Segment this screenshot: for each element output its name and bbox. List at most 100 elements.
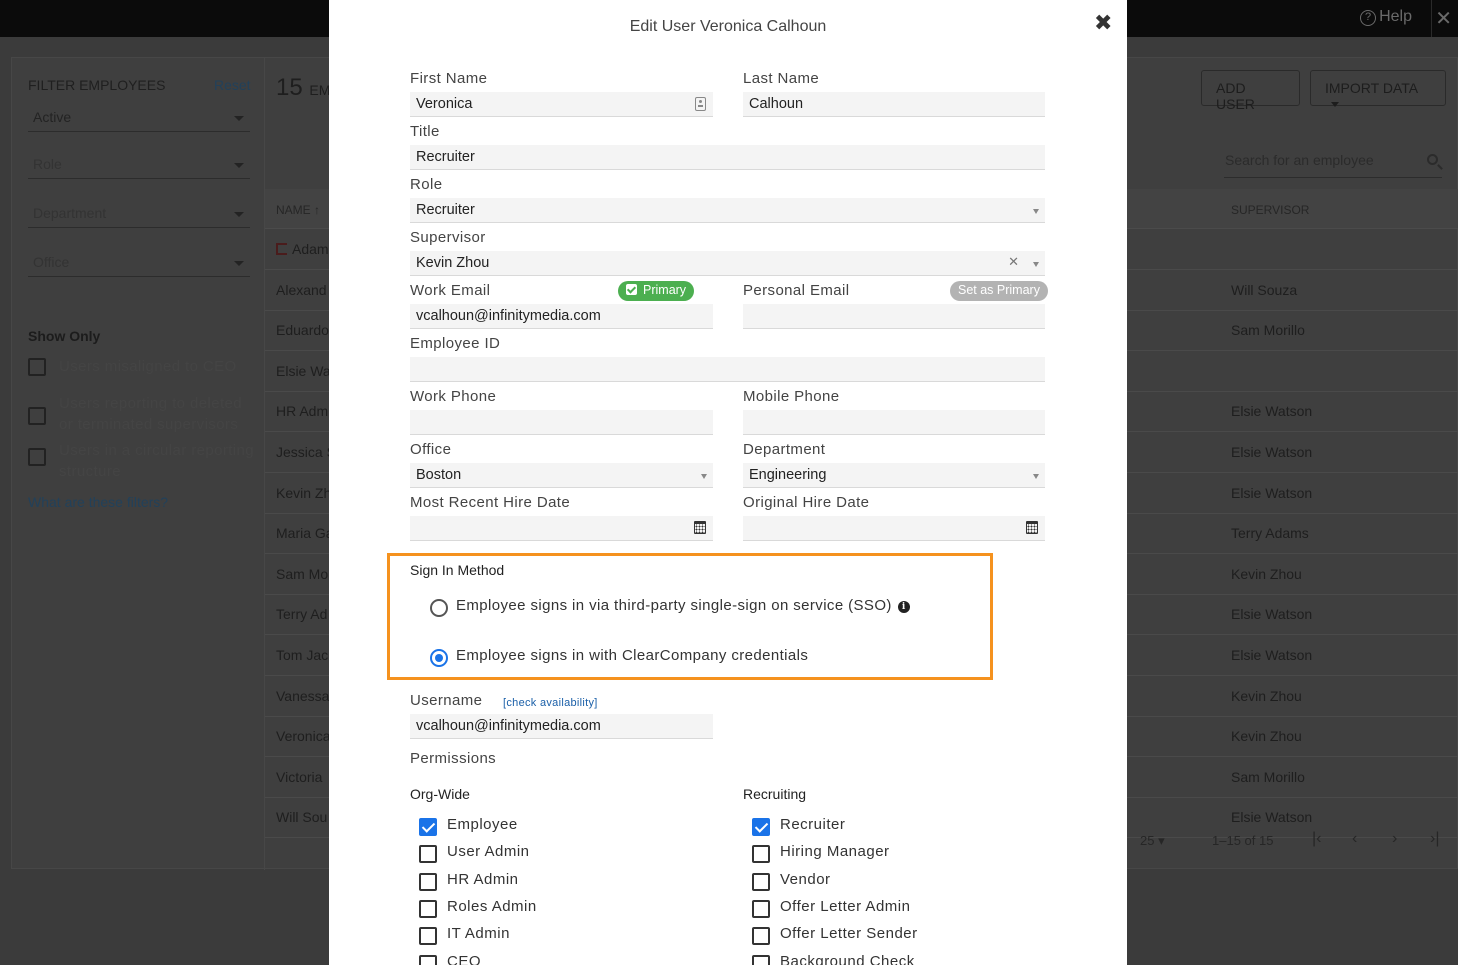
- prev-page-icon[interactable]: ‹: [1352, 830, 1357, 848]
- employee-supervisor: Sam Morillo: [1231, 768, 1305, 785]
- org-wide-permission-checkbox[interactable]: [419, 927, 437, 946]
- org-wide-permission-label[interactable]: User Admin: [447, 843, 530, 860]
- org-wide-permission-label[interactable]: IT Admin: [447, 925, 510, 942]
- department-filter-select[interactable]: Department: [28, 202, 250, 228]
- office-select[interactable]: Boston: [410, 463, 713, 488]
- credentials-option-label[interactable]: Employee signs in with ClearCompany cred…: [456, 647, 808, 664]
- employee-name[interactable]: Elsie Wa: [276, 363, 331, 379]
- recruiting-permission-checkbox[interactable]: [752, 845, 770, 864]
- employee-name-text: HR Adm: [276, 403, 329, 420]
- recruiting-permission-checkbox[interactable]: [752, 818, 770, 836]
- first-name-input[interactable]: Veronica: [410, 92, 713, 117]
- recruiting-permission-label[interactable]: Hiring Manager: [780, 843, 890, 860]
- employee-count-suffix: EM: [309, 82, 331, 98]
- close-icon[interactable]: ✕: [1435, 6, 1452, 31]
- employee-name[interactable]: Eduardo: [276, 322, 329, 338]
- add-user-button[interactable]: ADD USER: [1201, 70, 1300, 112]
- first-name-label: First Name: [410, 70, 488, 87]
- last-page-icon[interactable]: ›|: [1430, 830, 1439, 848]
- personal-email-input[interactable]: [743, 304, 1045, 329]
- filter-reset-link[interactable]: Reset: [214, 77, 251, 93]
- org-wide-permission-label[interactable]: Roles Admin: [447, 898, 537, 915]
- recruiting-permission-label[interactable]: Recruiter: [780, 816, 845, 833]
- employee-name[interactable]: Alexand: [276, 282, 327, 298]
- recruiting-permission-label[interactable]: Offer Letter Admin: [780, 898, 910, 915]
- mobile-phone-input[interactable]: [743, 410, 1045, 435]
- checkbox[interactable]: [28, 448, 46, 466]
- recruiting-heading: Recruiting: [743, 786, 807, 802]
- recruiting-permission-checkbox[interactable]: [752, 954, 770, 965]
- help-link[interactable]: ? Help: [1360, 8, 1412, 26]
- office-filter-select[interactable]: Office: [28, 251, 250, 277]
- recruiting-permission-checkbox[interactable]: [752, 872, 770, 891]
- employee-name[interactable]: Vanessa: [276, 688, 329, 704]
- title-input[interactable]: Recruiter: [410, 145, 1045, 170]
- import-data-button[interactable]: IMPORT DATA: [1310, 70, 1446, 107]
- employee-name[interactable]: Will Sou: [276, 809, 327, 825]
- employee-id-input[interactable]: [410, 357, 1045, 382]
- employee-name-text: Victoria: [276, 768, 323, 785]
- calendar-icon[interactable]: [694, 521, 706, 534]
- last-name-value: Calhoun: [749, 96, 804, 112]
- close-icon[interactable]: ✖: [1094, 12, 1112, 34]
- recruiting-permission-label[interactable]: Background Check: [780, 953, 915, 965]
- recent-hire-date-label: Most Recent Hire Date: [410, 494, 571, 511]
- employee-name[interactable]: Kevin Zh: [276, 485, 331, 501]
- org-wide-permission-checkbox[interactable]: [419, 818, 437, 836]
- checkbox[interactable]: [28, 358, 46, 376]
- per-page-select[interactable]: 25 ▾: [1140, 833, 1165, 849]
- column-header-supervisor[interactable]: SUPERVISOR: [1231, 203, 1309, 217]
- employee-search-input[interactable]: Search for an employee: [1224, 152, 1442, 178]
- check-availability-link[interactable]: [check availability]: [503, 697, 598, 709]
- recruiting-permission-label[interactable]: Offer Letter Sender: [780, 925, 918, 942]
- employee-name[interactable]: Sam Mo: [276, 566, 328, 582]
- employee-name[interactable]: Veronica: [276, 728, 330, 744]
- sso-option[interactable]: Employee signs in via third-party single…: [456, 597, 910, 614]
- org-wide-permission-label[interactable]: Employee: [447, 816, 518, 833]
- org-wide-permission-checkbox[interactable]: [419, 954, 437, 965]
- org-wide-permission-checkbox[interactable]: [419, 899, 437, 918]
- org-wide-permission-checkbox[interactable]: [419, 845, 437, 864]
- supervisor-select[interactable]: Kevin Zhou ✕: [410, 251, 1045, 276]
- original-hire-date-input[interactable]: [743, 516, 1045, 541]
- chevron-down-icon: [701, 474, 707, 479]
- employee-name[interactable]: Maria Ga: [276, 525, 334, 541]
- employee-name[interactable]: Terry Ad: [276, 606, 327, 622]
- credentials-radio[interactable]: [430, 649, 448, 667]
- sso-radio[interactable]: [430, 599, 448, 617]
- work-phone-input[interactable]: [410, 410, 713, 435]
- info-icon[interactable]: i: [897, 601, 910, 613]
- recruiting-permission-label[interactable]: Vendor: [780, 871, 831, 888]
- clear-icon[interactable]: ✕: [1008, 254, 1019, 270]
- first-page-icon[interactable]: |‹: [1312, 830, 1321, 848]
- chevron-down-icon: [234, 163, 244, 168]
- recent-hire-date-input[interactable]: [410, 516, 713, 541]
- import-data-label: IMPORT DATA: [1325, 80, 1419, 96]
- role-filter-select[interactable]: Role: [28, 153, 250, 179]
- checkbox[interactable]: [28, 407, 46, 425]
- department-select[interactable]: Engineering: [743, 463, 1045, 488]
- original-hire-date-label: Original Hire Date: [743, 494, 870, 511]
- set-as-primary-button[interactable]: Set as Primary: [950, 281, 1048, 301]
- column-header-name[interactable]: NAME ↑: [276, 203, 320, 217]
- last-name-input[interactable]: Calhoun: [743, 92, 1045, 117]
- employee-name[interactable]: HR Adm: [276, 403, 328, 419]
- employee-name[interactable]: Jessica S: [276, 444, 336, 460]
- filters-help-link[interactable]: What are these filters?: [28, 494, 168, 510]
- employee-name[interactable]: Tom Jack: [276, 647, 335, 663]
- calendar-icon[interactable]: [1026, 521, 1038, 534]
- work-email-input[interactable]: vcalhoun@infinitymedia.com: [410, 304, 713, 329]
- employee-name[interactable]: Adam: [276, 241, 329, 257]
- next-page-icon[interactable]: ›: [1392, 830, 1397, 848]
- recruiting-permission-checkbox[interactable]: [752, 899, 770, 918]
- username-input[interactable]: vcalhoun@infinitymedia.com: [410, 714, 713, 739]
- recruiting-permission-checkbox[interactable]: [752, 927, 770, 946]
- work-email-label: Work Email: [410, 282, 491, 299]
- org-wide-permission-label[interactable]: HR Admin: [447, 871, 519, 888]
- role-select[interactable]: Recruiter: [410, 198, 1045, 223]
- employee-name-text: Tom Jack: [276, 647, 336, 663]
- org-wide-permission-checkbox[interactable]: [419, 872, 437, 891]
- status-filter-select[interactable]: Active: [28, 106, 250, 132]
- employee-name[interactable]: Victoria: [276, 769, 322, 785]
- org-wide-permission-label[interactable]: CEO: [447, 953, 481, 965]
